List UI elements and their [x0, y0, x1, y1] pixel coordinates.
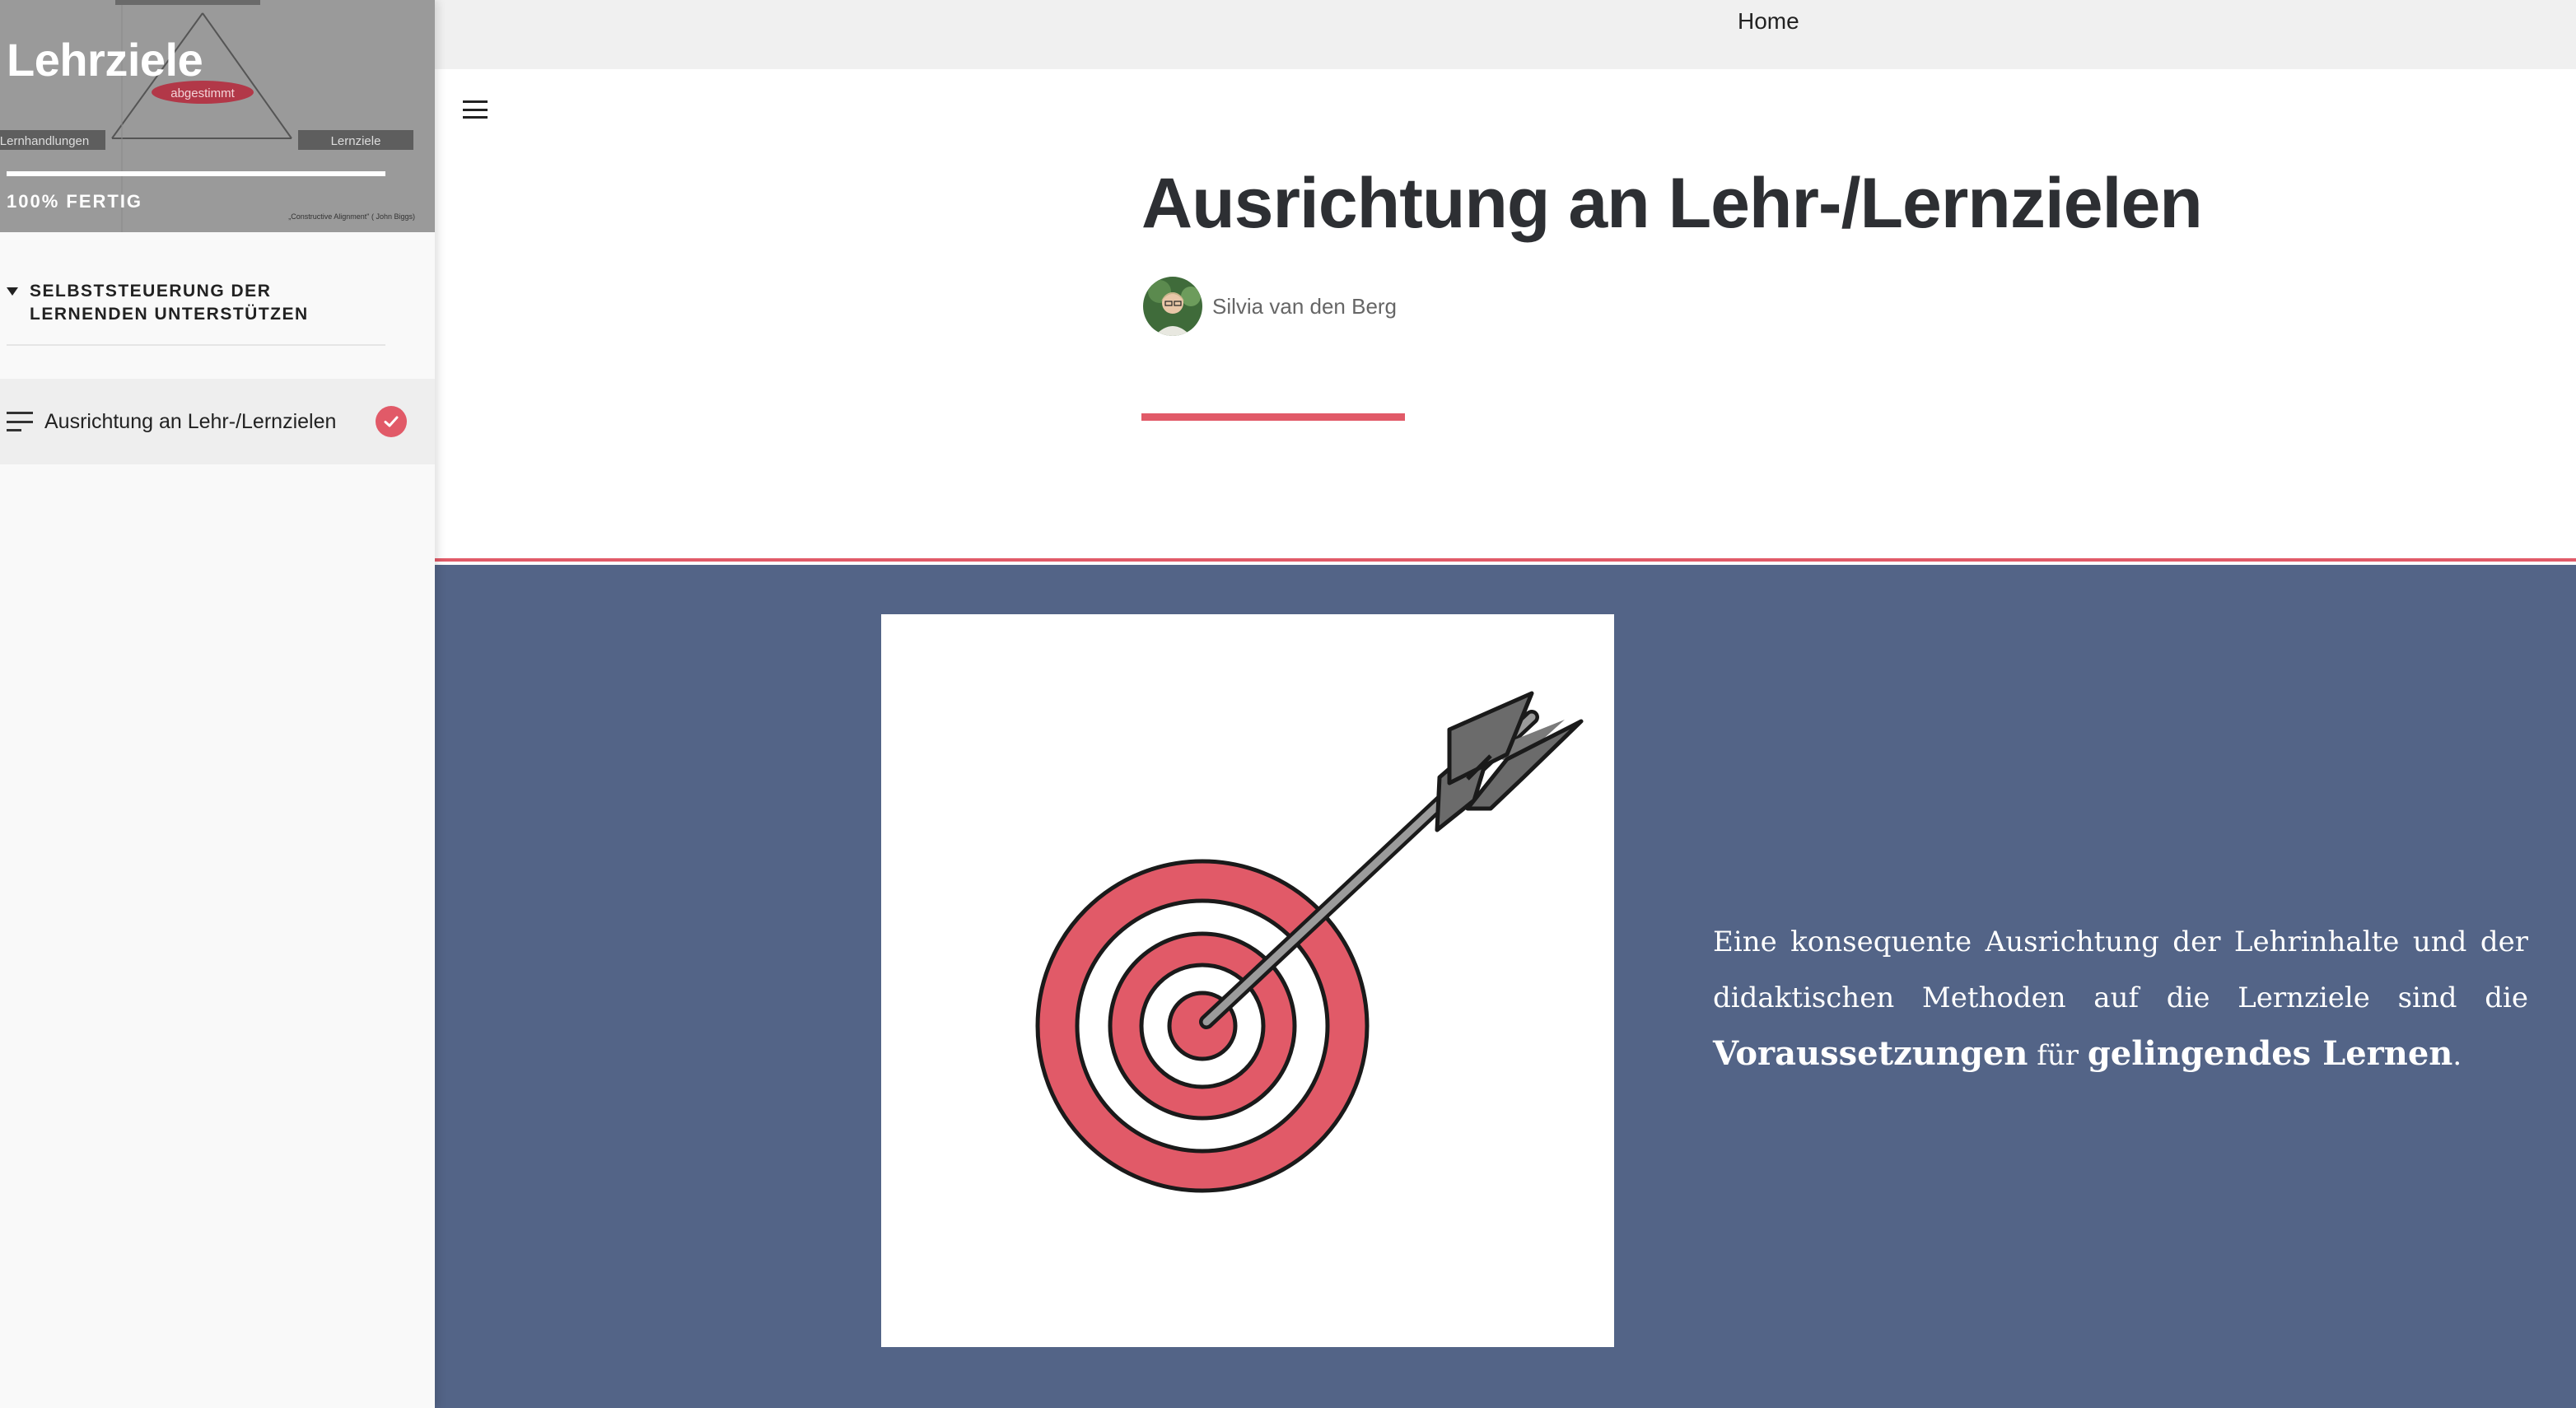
avatar	[1143, 277, 1202, 336]
sidebar-item-lesson[interactable]: Ausrichtung an Lehr-/Lernzielen	[0, 379, 435, 464]
sidebar: abgestimmt Lernhandlungen Lernziele Lehr…	[0, 0, 435, 1408]
text-part: für	[2028, 1039, 2088, 1072]
lesson-text: Eine konsequente Ausrichtung der Lehrinh…	[1713, 914, 2528, 1084]
progress-label: 100% FERTIG	[7, 191, 143, 212]
diagram-caption: „Constructive Alignment" ( John Biggs)	[288, 212, 415, 221]
progress-bar	[7, 171, 385, 176]
menu-icon[interactable]	[463, 100, 488, 119]
sidebar-item-label: Ausrichtung an Lehr-/Lernzielen	[44, 409, 337, 433]
target-arrow-icon	[1035, 691, 1584, 1193]
home-link[interactable]: Home	[1738, 8, 1799, 35]
progress-fill	[7, 171, 385, 176]
course-title: Lehrziele	[7, 34, 203, 86]
diagram-center-label: abgestimmt	[170, 86, 235, 100]
top-bar: Home	[435, 0, 2576, 69]
diagram-node-right: Lernziele	[331, 134, 381, 148]
title-accent-divider	[1141, 413, 1405, 421]
content-block: Eine konsequente Ausrichtung der Lehrinh…	[435, 565, 2576, 1408]
text-part: .	[2452, 1039, 2462, 1072]
author-name: Silvia van den Berg	[1212, 293, 1398, 319]
section-label: SELBSTSTEUERUNG DER LERNENDEN UNTERSTÜTZ…	[30, 282, 309, 324]
check-icon	[376, 406, 407, 437]
highlight-text: gelingendes Lernen	[2087, 1034, 2453, 1073]
section-toggle[interactable]: SELBSTSTEUERUNG DER LERNENDEN UNTERSTÜTZ…	[7, 280, 385, 346]
lesson-header: Ausrichtung an Lehr-/Lernzielen Silvia v…	[435, 69, 2576, 562]
text-part: Eine konsequente Ausrichtung der Lehrinh…	[1713, 925, 2528, 1014]
author: Silvia van den Berg	[1143, 277, 1397, 336]
text-lines-icon	[7, 412, 33, 431]
page-title: Ausrichtung an Lehr-/Lernzielen	[1141, 164, 2203, 243]
diagram-node-left: Lernhandlungen	[0, 134, 89, 148]
highlight-text: Voraussetzungen	[1713, 1034, 2028, 1073]
course-header: abgestimmt Lernhandlungen Lernziele Lehr…	[0, 0, 435, 232]
caret-down-icon	[7, 287, 18, 296]
lesson-image	[881, 614, 1614, 1347]
